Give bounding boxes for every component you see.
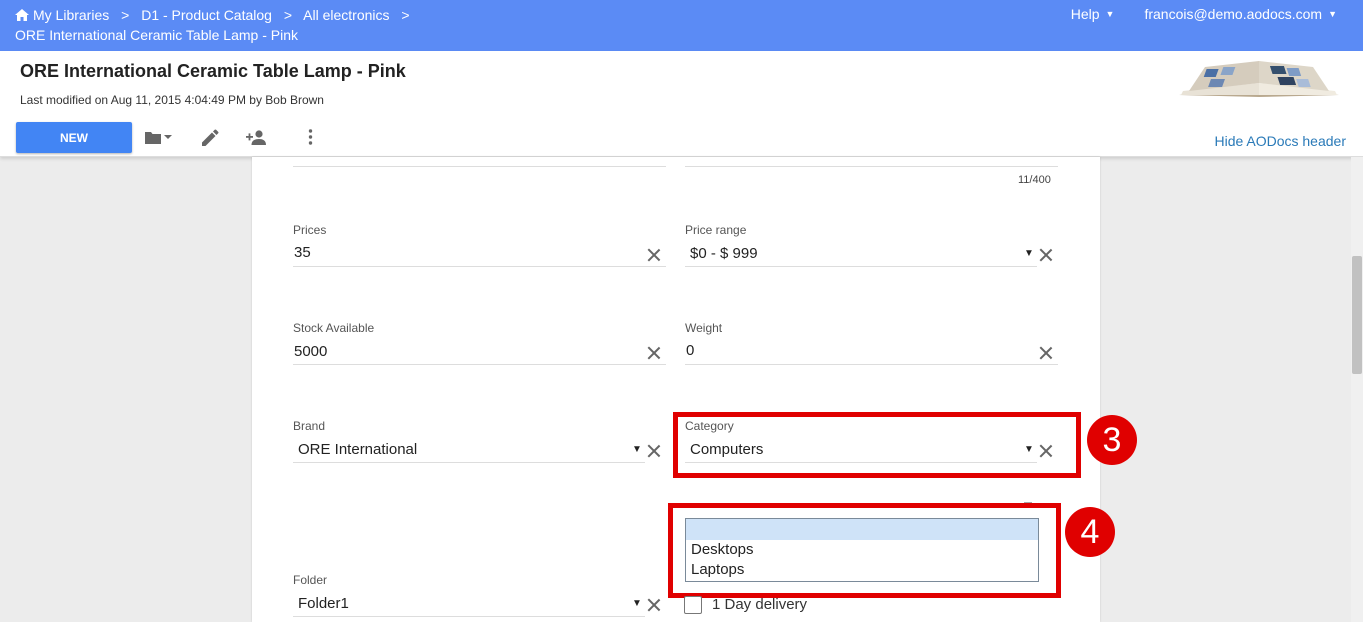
- annotation-badge-4: 4: [1065, 507, 1115, 557]
- share-button[interactable]: [246, 127, 266, 147]
- prices-underline: [293, 266, 666, 267]
- weight-underline: [685, 364, 1058, 365]
- price-range-underline: [685, 266, 1037, 267]
- hide-header-link[interactable]: Hide AODocs header: [1214, 133, 1346, 149]
- description-field-underline: [293, 166, 666, 167]
- caret-down-icon: ▼: [1105, 9, 1115, 19]
- pencil-icon: [202, 129, 219, 146]
- folder-label: Folder: [293, 573, 328, 587]
- move-folder-button[interactable]: [145, 127, 173, 147]
- clear-stock-icon[interactable]: [646, 345, 662, 361]
- dropdown-arrow-icon[interactable]: ▼: [632, 444, 642, 455]
- clear-prices-icon[interactable]: [646, 247, 662, 263]
- more-options-button[interactable]: [308, 127, 313, 147]
- folder-underline: [293, 616, 645, 617]
- weight-input[interactable]: 0: [686, 342, 694, 359]
- stock-underline: [293, 364, 666, 365]
- clear-weight-icon[interactable]: [1038, 345, 1054, 361]
- last-modified: Last modified on Aug 11, 2015 4:04:49 PM…: [20, 93, 324, 107]
- annotation-badge-3: 3: [1087, 415, 1137, 465]
- breadcrumb-separator: >: [401, 7, 410, 23]
- dropdown-arrow-icon[interactable]: ▼: [632, 598, 642, 609]
- delivery-label: 1 Day delivery: [712, 596, 808, 613]
- folder-select[interactable]: Folder1: [298, 595, 349, 612]
- caret-down-icon: [164, 135, 172, 139]
- stock-input[interactable]: 5000: [294, 343, 327, 360]
- dropdown-arrow-icon[interactable]: ▼: [1024, 248, 1034, 259]
- prices-label: Prices: [293, 223, 327, 237]
- user-menu[interactable]: francois@demo.aodocs.com ▼: [1144, 6, 1337, 22]
- breadcrumb-view[interactable]: All electronics: [303, 7, 389, 23]
- notes-field-underline: [685, 166, 1058, 167]
- clear-price-range-icon[interactable]: [1038, 247, 1054, 263]
- breadcrumb-separator: >: [283, 7, 293, 23]
- page-title: ORE International Ceramic Table Lamp - P…: [20, 61, 406, 81]
- price-range-label: Price range: [685, 223, 747, 237]
- delivery-checkbox[interactable]: [684, 596, 702, 614]
- library-logo: [1179, 61, 1339, 97]
- breadcrumb-current: ORE International Ceramic Table Lamp - P…: [15, 27, 298, 43]
- home-icon: [15, 9, 29, 21]
- annotation-box-4: [668, 503, 1061, 598]
- document-header: ORE International Ceramic Table Lamp - P…: [0, 51, 1363, 157]
- scrollbar-thumb[interactable]: [1352, 256, 1362, 374]
- help-menu[interactable]: Help ▼: [1071, 6, 1115, 22]
- new-button[interactable]: NEW: [16, 122, 132, 153]
- breadcrumb-my-libraries[interactable]: My Libraries: [15, 7, 113, 23]
- more-vertical-icon: [308, 129, 313, 145]
- brand-label: Brand: [293, 419, 326, 433]
- clear-brand-icon[interactable]: [646, 443, 662, 459]
- weight-label: Weight: [685, 321, 723, 335]
- breadcrumb: My Libraries > D1 - Product Catalog > Al…: [15, 5, 418, 45]
- breadcrumb-separator: >: [121, 7, 130, 23]
- annotation-box-3: [673, 412, 1081, 478]
- edit-button[interactable]: [202, 127, 219, 147]
- folder-icon: [145, 131, 161, 144]
- caret-down-icon: ▼: [1328, 9, 1337, 19]
- clear-folder-icon[interactable]: [646, 597, 662, 613]
- prices-input[interactable]: 35: [294, 244, 311, 261]
- brand-underline: [293, 462, 645, 463]
- stock-label: Stock Available: [293, 321, 375, 335]
- page-scrollbar[interactable]: [1351, 157, 1363, 622]
- add-person-icon: [246, 129, 266, 145]
- breadcrumb-library[interactable]: D1 - Product Catalog: [141, 7, 272, 23]
- top-bar: My Libraries > D1 - Product Catalog > Al…: [0, 0, 1363, 51]
- price-range-select[interactable]: $0 - $ 999: [690, 245, 758, 262]
- character-counter: 11/400: [1018, 174, 1051, 186]
- brand-select[interactable]: ORE International: [298, 441, 417, 458]
